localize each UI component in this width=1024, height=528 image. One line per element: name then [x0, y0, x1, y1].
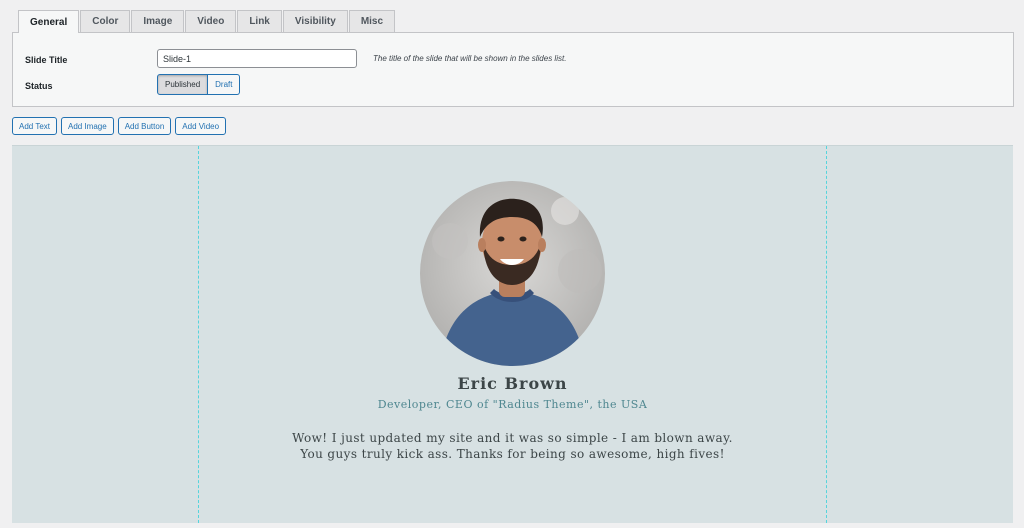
person-portrait-image: [420, 181, 605, 366]
add-layer-toolbar: Add Text Add Image Add Button Add Video: [12, 117, 227, 135]
add-text-button[interactable]: Add Text: [12, 117, 57, 135]
quote-line-1: Wow! I just updated my site and it was s…: [292, 431, 733, 445]
status-label: Status: [25, 81, 53, 91]
right-guide-line: [826, 146, 827, 523]
tab-color[interactable]: Color: [80, 10, 131, 32]
tab-misc[interactable]: Misc: [348, 10, 396, 32]
testimonial-name[interactable]: Eric Brown: [12, 374, 1013, 393]
testimonial-role[interactable]: Developer, CEO of "Radius Theme", the US…: [12, 398, 1013, 411]
tab-general[interactable]: General: [18, 10, 80, 33]
testimonial-quote[interactable]: Wow! I just updated my site and it was s…: [12, 430, 1013, 462]
status-draft-button[interactable]: Draft: [208, 74, 241, 95]
status-toggle-group: Published Draft: [157, 74, 241, 95]
slide-title-label: Slide Title: [25, 55, 68, 65]
status-published-button[interactable]: Published: [157, 74, 209, 95]
left-guide-line: [198, 146, 199, 523]
general-settings-panel: Slide Title The title of the slide that …: [12, 32, 1014, 107]
add-video-button[interactable]: Add Video: [175, 117, 227, 135]
add-button-button[interactable]: Add Button: [117, 117, 172, 135]
slide-title-input[interactable]: [157, 49, 357, 68]
tab-bar: General Color Image Video Link Visibilit…: [18, 10, 396, 33]
quote-line-2: You guys truly kick ass. Thanks for bein…: [300, 447, 725, 461]
slide-canvas[interactable]: Eric Brown Developer, CEO of "Radius The…: [12, 145, 1013, 523]
tab-link[interactable]: Link: [237, 10, 282, 32]
slide-title-hint: The title of the slide that will be show…: [373, 54, 567, 63]
testimonial-photo[interactable]: [420, 181, 605, 366]
tab-visibility[interactable]: Visibility: [282, 10, 348, 32]
add-image-button[interactable]: Add Image: [60, 117, 114, 135]
tab-image[interactable]: Image: [131, 10, 185, 32]
tab-video[interactable]: Video: [185, 10, 237, 32]
